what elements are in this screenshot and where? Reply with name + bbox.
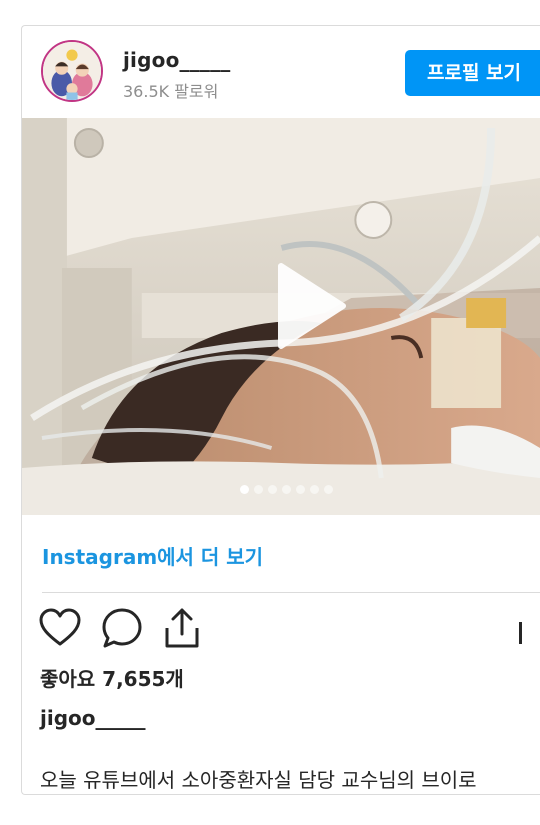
view-profile-button[interactable]: 프로필 보기 bbox=[405, 50, 540, 96]
play-icon[interactable] bbox=[251, 254, 355, 358]
profile-avatar[interactable] bbox=[41, 40, 103, 102]
divider bbox=[42, 592, 540, 593]
heart-icon[interactable] bbox=[38, 606, 82, 650]
bookmark-icon[interactable] bbox=[519, 622, 522, 644]
avatar-image bbox=[43, 42, 101, 100]
carousel-dot[interactable] bbox=[268, 485, 277, 494]
follower-count: 36.5K 팔로워 bbox=[123, 82, 219, 101]
caption-username[interactable]: jigoo_____ bbox=[40, 706, 146, 730]
post-video[interactable] bbox=[22, 118, 540, 515]
carousel-indicator bbox=[240, 485, 333, 494]
carousel-dot[interactable] bbox=[254, 485, 263, 494]
caption-text: 오늘 유튜브에서 소아중환자실 담당 교수님의 브이로 bbox=[40, 768, 477, 792]
share-icon[interactable] bbox=[160, 606, 204, 650]
view-more-on-instagram-link[interactable]: Instagram에서 더 보기 bbox=[42, 541, 263, 570]
carousel-dot[interactable] bbox=[310, 485, 319, 494]
like-count: 좋아요 7,655개 bbox=[40, 667, 184, 691]
instagram-embed-card: jigoo_____ 36.5K 팔로워 프로필 보기 Instagram에서 … bbox=[21, 25, 540, 795]
header-username[interactable]: jigoo_____ bbox=[123, 48, 231, 72]
carousel-dot[interactable] bbox=[324, 485, 333, 494]
post-header: jigoo_____ 36.5K 팔로워 프로필 보기 bbox=[22, 26, 540, 118]
carousel-dot[interactable] bbox=[296, 485, 305, 494]
comment-icon[interactable] bbox=[100, 606, 144, 650]
carousel-dot[interactable] bbox=[282, 485, 291, 494]
carousel-dot[interactable] bbox=[240, 485, 249, 494]
